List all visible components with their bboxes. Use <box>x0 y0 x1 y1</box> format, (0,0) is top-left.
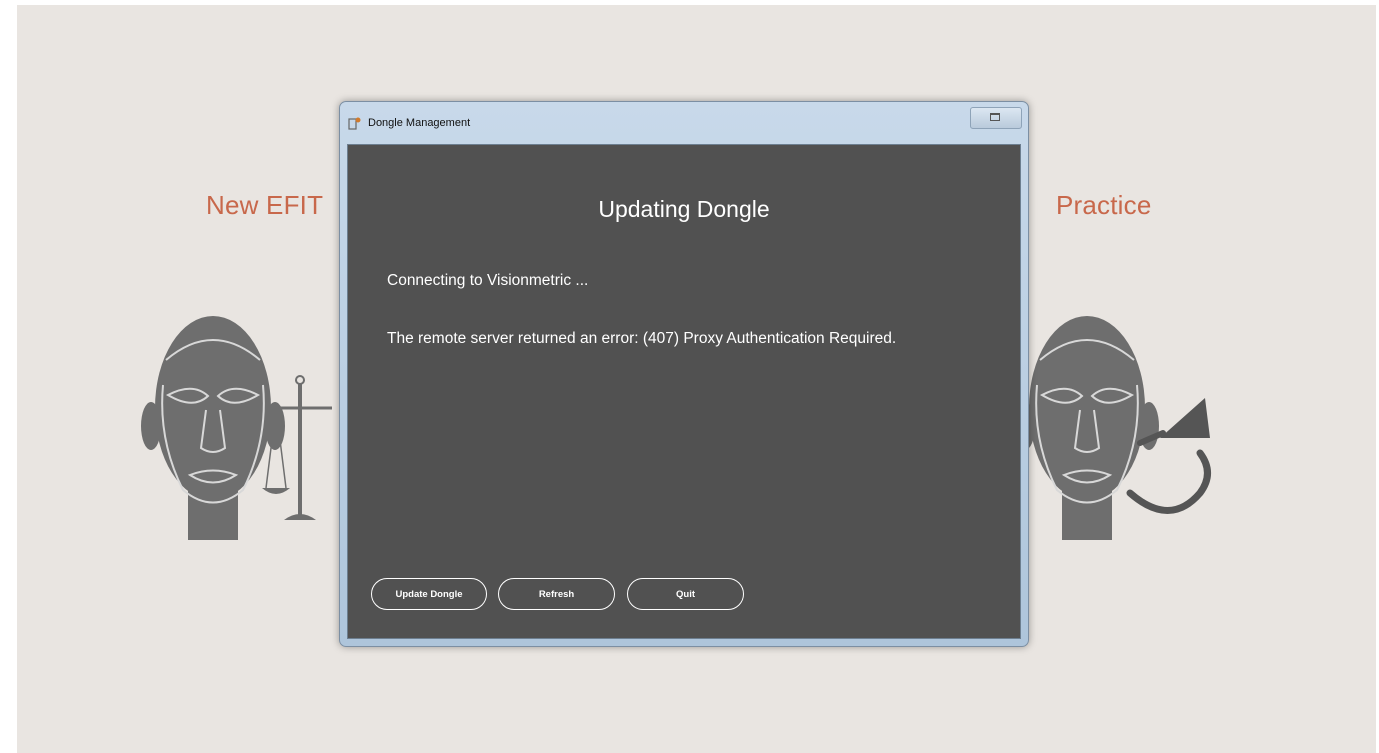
status-message: Connecting to Visionmetric ... <box>387 272 589 289</box>
quit-button[interactable]: Quit <box>627 578 744 610</box>
new-efit-label[interactable]: New EFIT <box>206 190 323 221</box>
rotate-arrow-icon <box>1126 398 1211 514</box>
window-title: Dongle Management <box>368 117 471 129</box>
dialog-heading: Updating Dongle <box>598 196 770 222</box>
app-icon <box>348 117 361 130</box>
title-bar[interactable]: Dongle Management <box>340 102 1028 142</box>
update-dongle-button[interactable]: Update Dongle <box>371 578 487 610</box>
maximize-icon <box>990 113 1000 121</box>
maximize-button[interactable] <box>970 107 1022 129</box>
error-message: The remote server returned an error: (40… <box>387 330 897 347</box>
dongle-management-window: Dongle Management Updating Dongle Connec… <box>339 101 1029 647</box>
scales-icon <box>262 375 332 520</box>
practice-label[interactable]: Practice <box>1056 190 1152 221</box>
refresh-button[interactable]: Refresh <box>498 578 615 610</box>
dialog-content: Updating Dongle Connecting to Visionmetr… <box>347 144 1021 639</box>
